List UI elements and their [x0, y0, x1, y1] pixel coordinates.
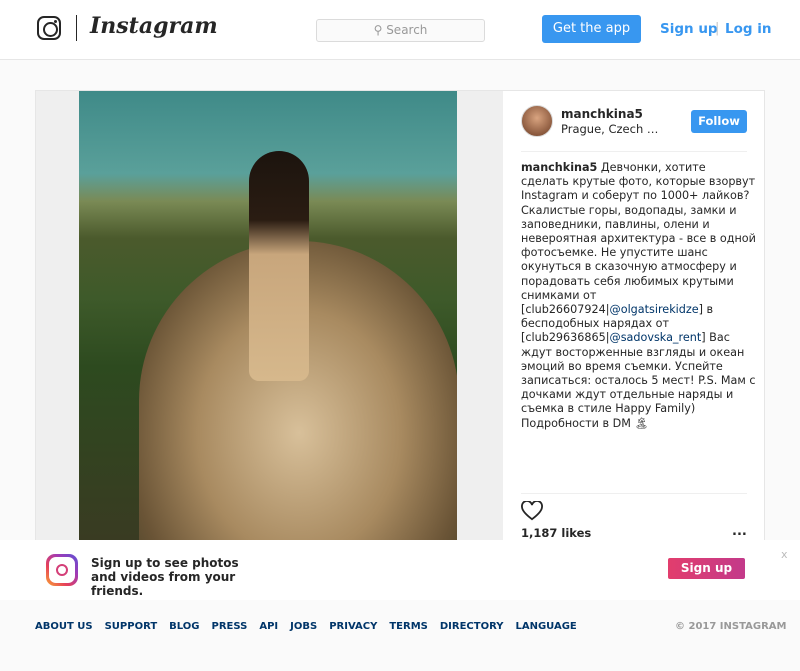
more-options-icon[interactable]: ... [732, 524, 747, 539]
footer-link-blog[interactable]: BLOG [169, 621, 199, 632]
footer-link-about-us[interactable]: ABOUT US [35, 621, 93, 632]
link-separator: | [715, 21, 720, 36]
get-the-app-button[interactable]: Get the app [542, 15, 641, 43]
footer-link-support[interactable]: SUPPORT [105, 621, 158, 632]
mention-link[interactable]: @olgatsirekidze [610, 303, 699, 316]
mention-link[interactable]: @sadovska_rent [610, 331, 702, 344]
footer-link-jobs[interactable]: JOBS [290, 621, 317, 632]
footer-link-privacy[interactable]: PRIVACY [329, 621, 377, 632]
caption-text: Девчонки, хотите сделать крутые фото, ко… [521, 161, 756, 317]
footer-link-press[interactable]: PRESS [212, 621, 248, 632]
copyright: © 2017 INSTAGRAM [675, 621, 787, 632]
post-card: manchkina5 Prague, Czech Republic Follow… [35, 90, 765, 551]
likes-count[interactable]: 1,187 likes [521, 526, 591, 540]
log-in-link[interactable]: Log in [725, 21, 771, 37]
heart-icon[interactable] [521, 501, 543, 521]
divider [521, 493, 747, 494]
top-nav: Instagram ⚲ Search Get the app Sign up |… [0, 0, 800, 60]
follow-button[interactable]: Follow [691, 110, 747, 133]
banner-text: Sign up to see photos and videos from yo… [91, 556, 239, 598]
footer-links: ABOUT US SUPPORT BLOG PRESS API JOBS PRIVACY TE… [35, 621, 589, 632]
post-sidebar: manchkina5 Prague, Czech Republic Follow… [503, 91, 765, 551]
post-username[interactable]: manchkina5 [561, 107, 643, 121]
footer-link-language[interactable]: LANGUAGE [515, 621, 576, 632]
search-placeholder: Search [386, 23, 428, 37]
post-caption: manchkina5 Девчонки, хотите сделать крут… [521, 161, 756, 431]
post-photo[interactable] [79, 91, 457, 551]
banner-sign-up-button[interactable]: Sign up [668, 558, 745, 579]
post-location[interactable]: Prague, Czech Republic [561, 122, 661, 136]
avatar[interactable] [521, 105, 553, 137]
search-input[interactable]: ⚲ Search [316, 19, 485, 42]
signup-banner: Sign up to see photos and videos from yo… [0, 540, 800, 600]
divider [521, 151, 747, 152]
sign-up-link[interactable]: Sign up [660, 21, 718, 37]
caption-text: ] Вас ждут восторженные взгляды и океан … [521, 331, 756, 430]
instagram-wordmark[interactable]: Instagram [90, 13, 218, 39]
instagram-gradient-icon [46, 554, 78, 586]
post-image-area [36, 91, 503, 551]
footer-link-api[interactable]: API [259, 621, 278, 632]
caption-username[interactable]: manchkina5 [521, 161, 597, 174]
photo-figure [249, 151, 309, 381]
logo-divider [76, 15, 77, 41]
search-icon: ⚲ [373, 23, 387, 37]
close-icon[interactable]: x [781, 548, 788, 561]
footer-link-terms[interactable]: TERMS [389, 621, 428, 632]
footer-link-directory[interactable]: DIRECTORY [440, 621, 504, 632]
instagram-camera-icon[interactable] [37, 16, 61, 40]
